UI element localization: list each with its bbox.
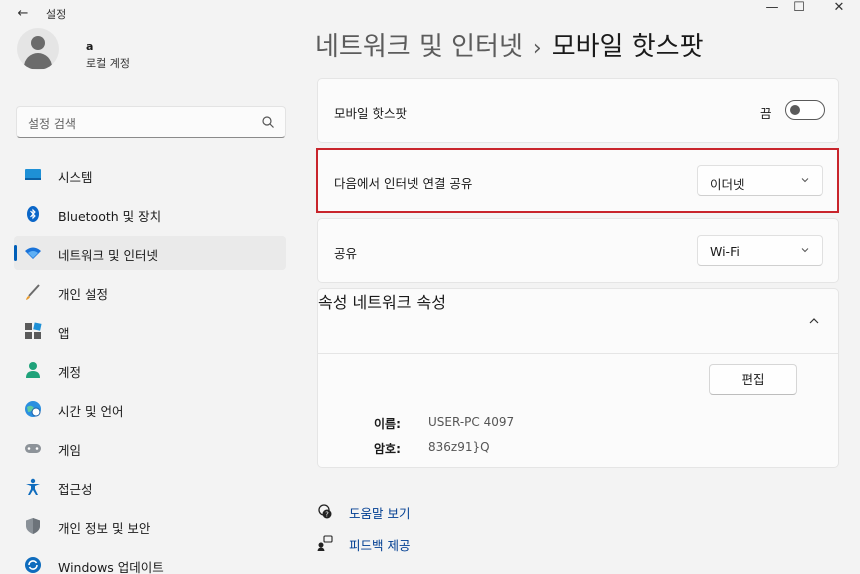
back-button[interactable]: ← (14, 6, 32, 22)
edit-button[interactable]: 편집 (709, 364, 797, 395)
breadcrumb-current: 모바일 핫스팟 (551, 32, 704, 62)
sidebar-item-label: 개인 설정 (58, 287, 108, 302)
maximize-button[interactable]: ☐ (781, 0, 817, 20)
update-icon (25, 557, 41, 573)
hotspot-toggle[interactable] (785, 100, 825, 120)
svg-text:?: ? (325, 511, 329, 519)
active-indicator (14, 245, 17, 261)
sidebar-item-label: 앱 (58, 326, 70, 341)
feedback-link[interactable]: 피드백 제공 (349, 535, 410, 554)
breadcrumb-parent[interactable]: 네트워크 및 인터넷 (315, 32, 523, 62)
account-icon (26, 362, 40, 378)
sidebar-item-gaming[interactable]: 게임 (14, 431, 286, 465)
accessibility-icon (26, 478, 40, 495)
hotspot-state-label: 끔 (760, 106, 772, 121)
sidebar-item-privacy[interactable]: 개인 정보 및 보안 (14, 509, 286, 543)
sidebar-item-label: 네트워크 및 인터넷 (58, 248, 158, 263)
name-value: USER-PC 4097 (428, 415, 515, 429)
sidebar-item-time-language[interactable]: 시간 및 언어 (14, 392, 286, 426)
sidebar-item-label: 계정 (58, 365, 82, 380)
account-type: 로컬 계정 (86, 57, 130, 70)
sidebar-item-accessibility[interactable]: 접근성 (14, 470, 286, 504)
properties-label: 속성 (318, 293, 348, 312)
sidebar-item-label: Windows 업데이트 (58, 560, 164, 574)
gamepad-icon (25, 444, 41, 453)
avatar[interactable] (17, 28, 59, 70)
search-icon (262, 116, 274, 128)
breadcrumb-separator: › (532, 36, 542, 61)
sidebar-item-label: 시간 및 언어 (58, 404, 124, 419)
password-value: 836z91}Q (428, 440, 490, 454)
network-properties-label: 네트워크 속성 (352, 293, 446, 312)
sidebar-item-accounts[interactable]: 계정 (14, 353, 286, 387)
help-link[interactable]: 도움말 보기 (349, 503, 410, 522)
share-over-value: Wi-Fi (710, 244, 740, 259)
share-over-dropdown[interactable]: Wi-Fi (697, 235, 823, 266)
sidebar-item-system[interactable]: 시스템 (14, 158, 286, 192)
chevron-up-icon[interactable] (808, 316, 820, 326)
sidebar-item-bluetooth[interactable]: Bluetooth 및 장치 (14, 197, 286, 231)
sidebar-item-label: 개인 정보 및 보안 (58, 521, 151, 536)
sidebar-item-label: 게임 (58, 443, 82, 458)
sidebar-item-windows-update[interactable]: Windows 업데이트 (14, 548, 286, 574)
help-icon: ? (318, 504, 332, 519)
sidebar-item-label: 접근성 (58, 482, 93, 497)
share-over-label: 공유 (334, 246, 358, 261)
sidebar-item-personalization[interactable]: 개인 설정 (14, 275, 286, 309)
shield-icon (26, 518, 40, 534)
sidebar-item-apps[interactable]: 앱 (14, 314, 286, 348)
network-icon (25, 247, 41, 259)
search-input[interactable]: 설정 검색 (16, 106, 286, 138)
password-key: 암호: (374, 442, 401, 456)
chevron-down-icon (801, 248, 809, 253)
hotspot-label: 모바일 핫스팟 (334, 106, 407, 121)
share-over-card: 공유 Wi-Fi (317, 218, 839, 283)
page-title: 네트워크 및 인터넷 › 모바일 핫스팟 (315, 26, 704, 63)
system-icon (25, 169, 41, 180)
hotspot-card: 모바일 핫스팟 끔 (317, 78, 839, 143)
globe-icon (25, 401, 41, 417)
search-placeholder: 설정 검색 (28, 117, 76, 131)
feedback-icon (317, 535, 333, 551)
user-name: a (86, 40, 94, 53)
highlight-box (316, 148, 839, 213)
app-title: 설정 (46, 8, 67, 21)
brush-icon (26, 284, 40, 300)
name-key: 이름: (374, 417, 401, 431)
close-button[interactable]: ✕ (821, 0, 857, 20)
bluetooth-icon (27, 206, 39, 222)
apps-icon (25, 322, 42, 339)
properties-section: 속성 네트워크 속성 편집 이름: USER-PC 4097 암호: 836z9… (317, 288, 839, 468)
sidebar-item-label: 시스템 (58, 170, 93, 185)
sidebar-item-network[interactable]: 네트워크 및 인터넷 (14, 236, 286, 270)
divider (318, 353, 838, 354)
sidebar-item-label: Bluetooth 및 장치 (58, 209, 162, 224)
